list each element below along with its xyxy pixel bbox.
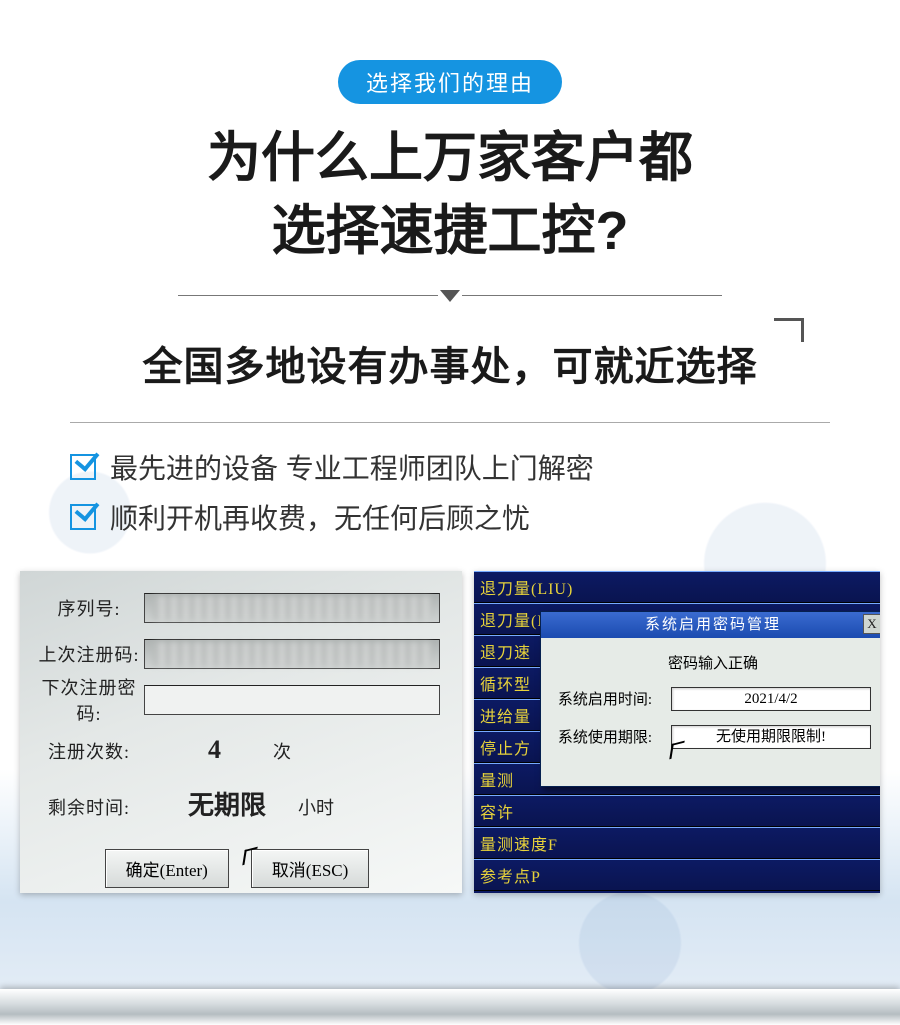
page-content: 选择我们的理由 为什么上万家客户都 选择速捷工控? 全国多地设有办事处，可就近选… (0, 0, 900, 893)
divider-with-arrow (0, 290, 900, 302)
cnc-row: 退刀量(LIU) (474, 571, 880, 603)
reg-count-unit: 次 (273, 738, 291, 764)
dialog-body: 密码输入正确 系统启用时间: 2021/4/2 系统使用期限: 无使用期限限制! (541, 638, 880, 759)
ok-button[interactable]: 确定(Enter) (105, 849, 229, 888)
marble-footer-strip (0, 989, 900, 1025)
cursor-icon (671, 742, 685, 762)
screenshot-registration-dialog: 序列号: 上次注册码: 下次注册密码: 注册次数: 4 次 剩余时间: 无期限 … (20, 571, 462, 893)
dialog-title-text: 系统启用密码管理 (645, 617, 781, 633)
close-button[interactable]: X (863, 614, 880, 634)
last-code-label: 上次注册码: (34, 641, 144, 667)
triangle-down-icon (440, 290, 460, 302)
divider-line (178, 295, 438, 296)
corner-arrow-icon (774, 318, 804, 332)
cnc-row: 量测速度F (474, 827, 880, 859)
checkbox-icon (70, 504, 96, 530)
password-ok-text: 密码输入正确 (555, 652, 871, 673)
cancel-button-label: 取消(ESC) (272, 861, 349, 880)
enable-time-field[interactable]: 2021/4/2 (671, 687, 871, 711)
badge-pill: 选择我们的理由 (338, 60, 562, 104)
usage-limit-label: 系统使用期限: (555, 726, 655, 747)
last-code-field[interactable] (144, 639, 440, 669)
remain-time-label: 剩余时间: (34, 794, 144, 820)
checkbox-icon (70, 454, 96, 480)
usage-limit-field[interactable]: 无使用期限限制! (671, 725, 871, 749)
serial-label: 序列号: (34, 595, 144, 621)
hero-line-1: 为什么上万家客户都 (0, 122, 900, 195)
thin-divider (70, 422, 830, 423)
cursor-icon (244, 848, 258, 868)
cnc-row: 容许 (474, 795, 880, 827)
cnc-row: 参考点P (474, 859, 880, 891)
bullet-text: 最先进的设备 专业工程师团队上门解密 (110, 447, 594, 487)
divider-line (462, 295, 722, 296)
cancel-button[interactable]: 取消(ESC) (251, 849, 370, 888)
bullet-text: 顺利开机再收费，无任何后顾之忧 (110, 497, 530, 537)
reg-count-label: 注册次数: (34, 738, 144, 764)
serial-field[interactable] (144, 593, 440, 623)
remain-time-unit: 小时 (298, 794, 334, 820)
password-dialog: 系统启用密码管理 X 密码输入正确 系统启用时间: 2021/4/2 系统使用期… (540, 611, 880, 787)
screenshot-row: 序列号: 上次注册码: 下次注册密码: 注册次数: 4 次 剩余时间: 无期限 … (20, 571, 880, 893)
remain-time-value: 无期限 (188, 785, 266, 822)
blurred-content (153, 642, 431, 666)
next-pwd-label: 下次注册密码: (34, 674, 144, 726)
dialog-title: 系统启用密码管理 X (541, 612, 880, 638)
screenshot-cnc-password-dialog: 退刀量(LIU) 退刀量(LIU) 退刀速 循环型 进给量 停止方 量测 容许 … (474, 571, 880, 893)
bullet-list: 最先进的设备 专业工程师团队上门解密 顺利开机再收费，无任何后顾之忧 (70, 447, 830, 537)
sub-headline: 全国多地设有办事处，可就近选择 (143, 334, 758, 392)
blurred-content (153, 596, 431, 620)
enable-time-label: 系统启用时间: (555, 688, 655, 709)
hero-line-2: 选择速捷工控? (0, 195, 900, 268)
hero-headline: 为什么上万家客户都 选择速捷工控? (0, 122, 900, 268)
reg-count-value: 4 (208, 735, 221, 765)
bullet-item: 顺利开机再收费，无任何后顾之忧 (70, 497, 830, 537)
next-pwd-field[interactable] (144, 685, 440, 715)
bullet-item: 最先进的设备 专业工程师团队上门解密 (70, 447, 830, 487)
